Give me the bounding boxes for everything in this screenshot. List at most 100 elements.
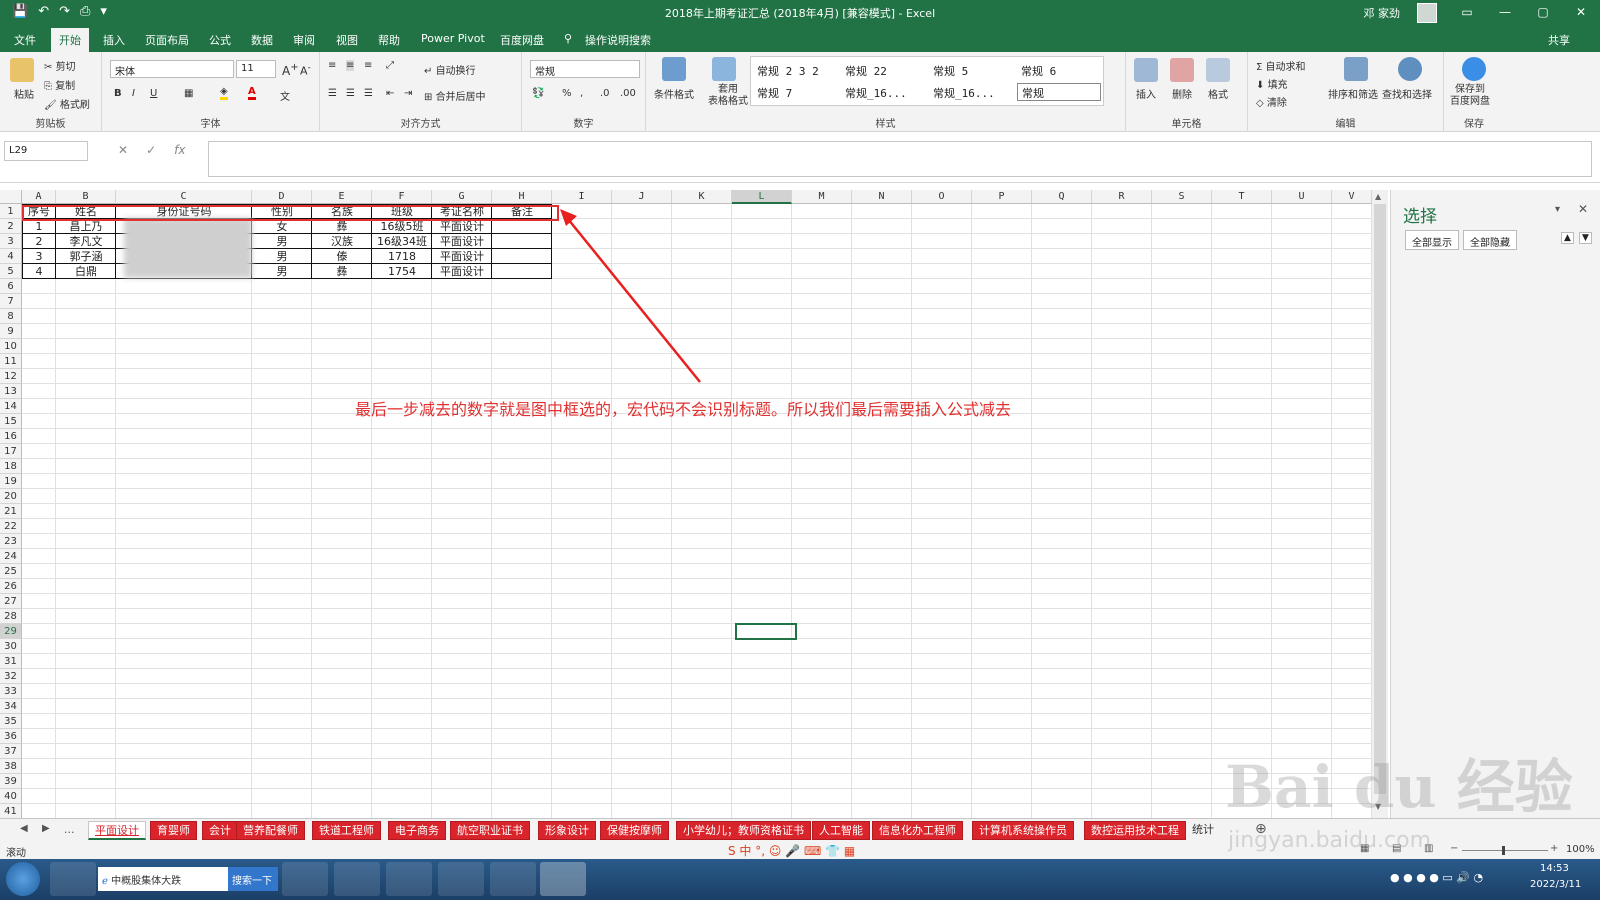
tab-home[interactable]: 开始: [51, 28, 89, 52]
browser-icon[interactable]: [282, 862, 328, 896]
currency-icon[interactable]: 💱: [532, 88, 544, 99]
tab-formulas[interactable]: 公式: [209, 32, 231, 48]
avatar[interactable]: [1417, 3, 1437, 23]
row-header[interactable]: 17: [0, 444, 22, 459]
conditional-format-icon[interactable]: [662, 57, 686, 81]
tab-data[interactable]: 数据: [251, 32, 273, 48]
row-header[interactable]: 26: [0, 579, 22, 594]
sheet-tab[interactable]: 信息化办工程师: [872, 821, 963, 840]
enter-icon[interactable]: ✓: [146, 143, 156, 157]
row-header[interactable]: 20: [0, 489, 22, 504]
zoom-out-icon[interactable]: −: [1450, 843, 1458, 854]
user-name[interactable]: 邓 家劲: [1364, 5, 1401, 21]
clock-date[interactable]: 2022/3/11: [1530, 879, 1581, 890]
style-item[interactable]: 常规_16...: [933, 85, 995, 101]
chrome-icon[interactable]: [334, 862, 380, 896]
data-cell[interactable]: [492, 264, 552, 279]
conditional-format-button[interactable]: 条件格式: [654, 86, 694, 101]
data-cell[interactable]: 傣: [312, 249, 372, 264]
data-cell[interactable]: 3: [22, 249, 56, 264]
decrease-decimal-icon[interactable]: .00: [620, 88, 636, 99]
table-format-button[interactable]: 套用 表格格式: [708, 84, 748, 108]
zoom-slider[interactable]: [1462, 850, 1548, 851]
orientation-icon[interactable]: ⤢: [386, 60, 394, 71]
file-explorer-icon[interactable]: [490, 862, 536, 896]
paste-icon[interactable]: [10, 58, 34, 82]
table-format-icon[interactable]: [712, 57, 736, 81]
hide-all-button[interactable]: 全部隐藏: [1463, 230, 1517, 250]
sheet-tab[interactable]: 人工智能: [812, 821, 870, 840]
border-icon[interactable]: ▦: [184, 88, 193, 99]
row-header[interactable]: 18: [0, 459, 22, 474]
row-header[interactable]: 41: [0, 804, 22, 818]
find-select-button[interactable]: 查找和选择: [1382, 86, 1432, 101]
row-header[interactable]: 37: [0, 744, 22, 759]
tab-power-pivot[interactable]: Power Pivot: [421, 32, 485, 45]
sheet-tab[interactable]: 平面设计: [88, 821, 146, 840]
tab-insert[interactable]: 插入: [103, 32, 125, 48]
sheet-tab[interactable]: 统计: [1186, 821, 1220, 840]
column-header[interactable]: M: [792, 190, 852, 204]
column-header[interactable]: F: [372, 190, 432, 204]
align-center-icon[interactable]: ☰: [346, 88, 355, 99]
wrap-text-button[interactable]: ↵ 自动换行: [424, 62, 476, 77]
decrease-font-icon[interactable]: A-: [300, 62, 311, 78]
delete-cells-icon[interactable]: [1170, 58, 1194, 82]
style-item[interactable]: 常规 7: [757, 85, 792, 101]
data-cell[interactable]: 1718: [372, 249, 432, 264]
sheet-tab[interactable]: 育婴师: [150, 821, 197, 840]
minimize-button[interactable]: —: [1486, 0, 1524, 26]
merge-center-button[interactable]: ⊞ 合并后居中: [424, 88, 486, 103]
column-header[interactable]: I: [552, 190, 612, 204]
row-header[interactable]: 7: [0, 294, 22, 309]
tab-review[interactable]: 审阅: [293, 32, 315, 48]
column-header[interactable]: T: [1212, 190, 1272, 204]
row-header[interactable]: 14: [0, 399, 22, 414]
row-header[interactable]: 31: [0, 654, 22, 669]
more-sheets-icon[interactable]: ...: [64, 823, 75, 836]
delete-cells-button[interactable]: 删除: [1172, 86, 1192, 101]
data-cell[interactable]: 彝: [312, 219, 372, 234]
tab-view[interactable]: 视图: [336, 32, 358, 48]
sheet-tab[interactable]: 营养配餐师: [236, 821, 305, 840]
name-box[interactable]: L29: [4, 141, 88, 161]
row-header[interactable]: 29: [0, 624, 22, 639]
column-header[interactable]: J: [612, 190, 672, 204]
underline-button[interactable]: U: [150, 88, 157, 99]
ime-icon[interactable]: S 中 °, ☺ 🎤 ⌨ 👕 ▦: [728, 842, 855, 859]
scroll-thumb[interactable]: [1374, 204, 1386, 794]
row-header[interactable]: 5: [0, 264, 22, 279]
data-cell[interactable]: 16级5班: [372, 219, 432, 234]
data-cell[interactable]: 平面设计: [432, 219, 492, 234]
row-header[interactable]: 1: [0, 204, 22, 219]
taskbar-app-icon[interactable]: [50, 862, 96, 896]
column-header[interactable]: P: [972, 190, 1032, 204]
increase-decimal-icon[interactable]: .0: [600, 88, 610, 99]
taskbar-search-input[interactable]: ℯ 中概股集体大跌: [98, 867, 228, 891]
decrease-indent-icon[interactable]: ⇤: [386, 88, 394, 99]
data-cell[interactable]: 1: [22, 219, 56, 234]
tab-page-layout[interactable]: 页面布局: [145, 32, 189, 48]
phonetic-icon[interactable]: 文: [280, 88, 290, 103]
taskbar-search-button[interactable]: 搜索一下: [228, 867, 278, 891]
data-cell[interactable]: 平面设计: [432, 264, 492, 279]
data-cell[interactable]: [492, 249, 552, 264]
font-size-select[interactable]: 11: [236, 60, 276, 78]
align-top-icon[interactable]: ≡: [328, 60, 336, 71]
tray-icons[interactable]: ● ● ● ● ▭ 🔊 ◔: [1390, 871, 1483, 884]
column-header[interactable]: B: [56, 190, 116, 204]
row-header[interactable]: 11: [0, 354, 22, 369]
column-header[interactable]: L: [732, 190, 792, 204]
row-header[interactable]: 28: [0, 609, 22, 624]
data-cell[interactable]: 女: [252, 219, 312, 234]
row-header[interactable]: 3: [0, 234, 22, 249]
row-header[interactable]: 21: [0, 504, 22, 519]
style-item-selected[interactable]: 常规: [1017, 83, 1101, 101]
sheet-tab[interactable]: 铁道工程师: [312, 821, 381, 840]
sheet-tab[interactable]: 保健按摩师: [600, 821, 669, 840]
data-cell[interactable]: 李凡文: [56, 234, 116, 249]
tab-baidu-netdisk[interactable]: 百度网盘: [500, 32, 544, 48]
column-header[interactable]: U: [1272, 190, 1332, 204]
cancel-icon[interactable]: ✕: [118, 143, 128, 157]
sheet-tab[interactable]: 会计: [202, 821, 238, 840]
